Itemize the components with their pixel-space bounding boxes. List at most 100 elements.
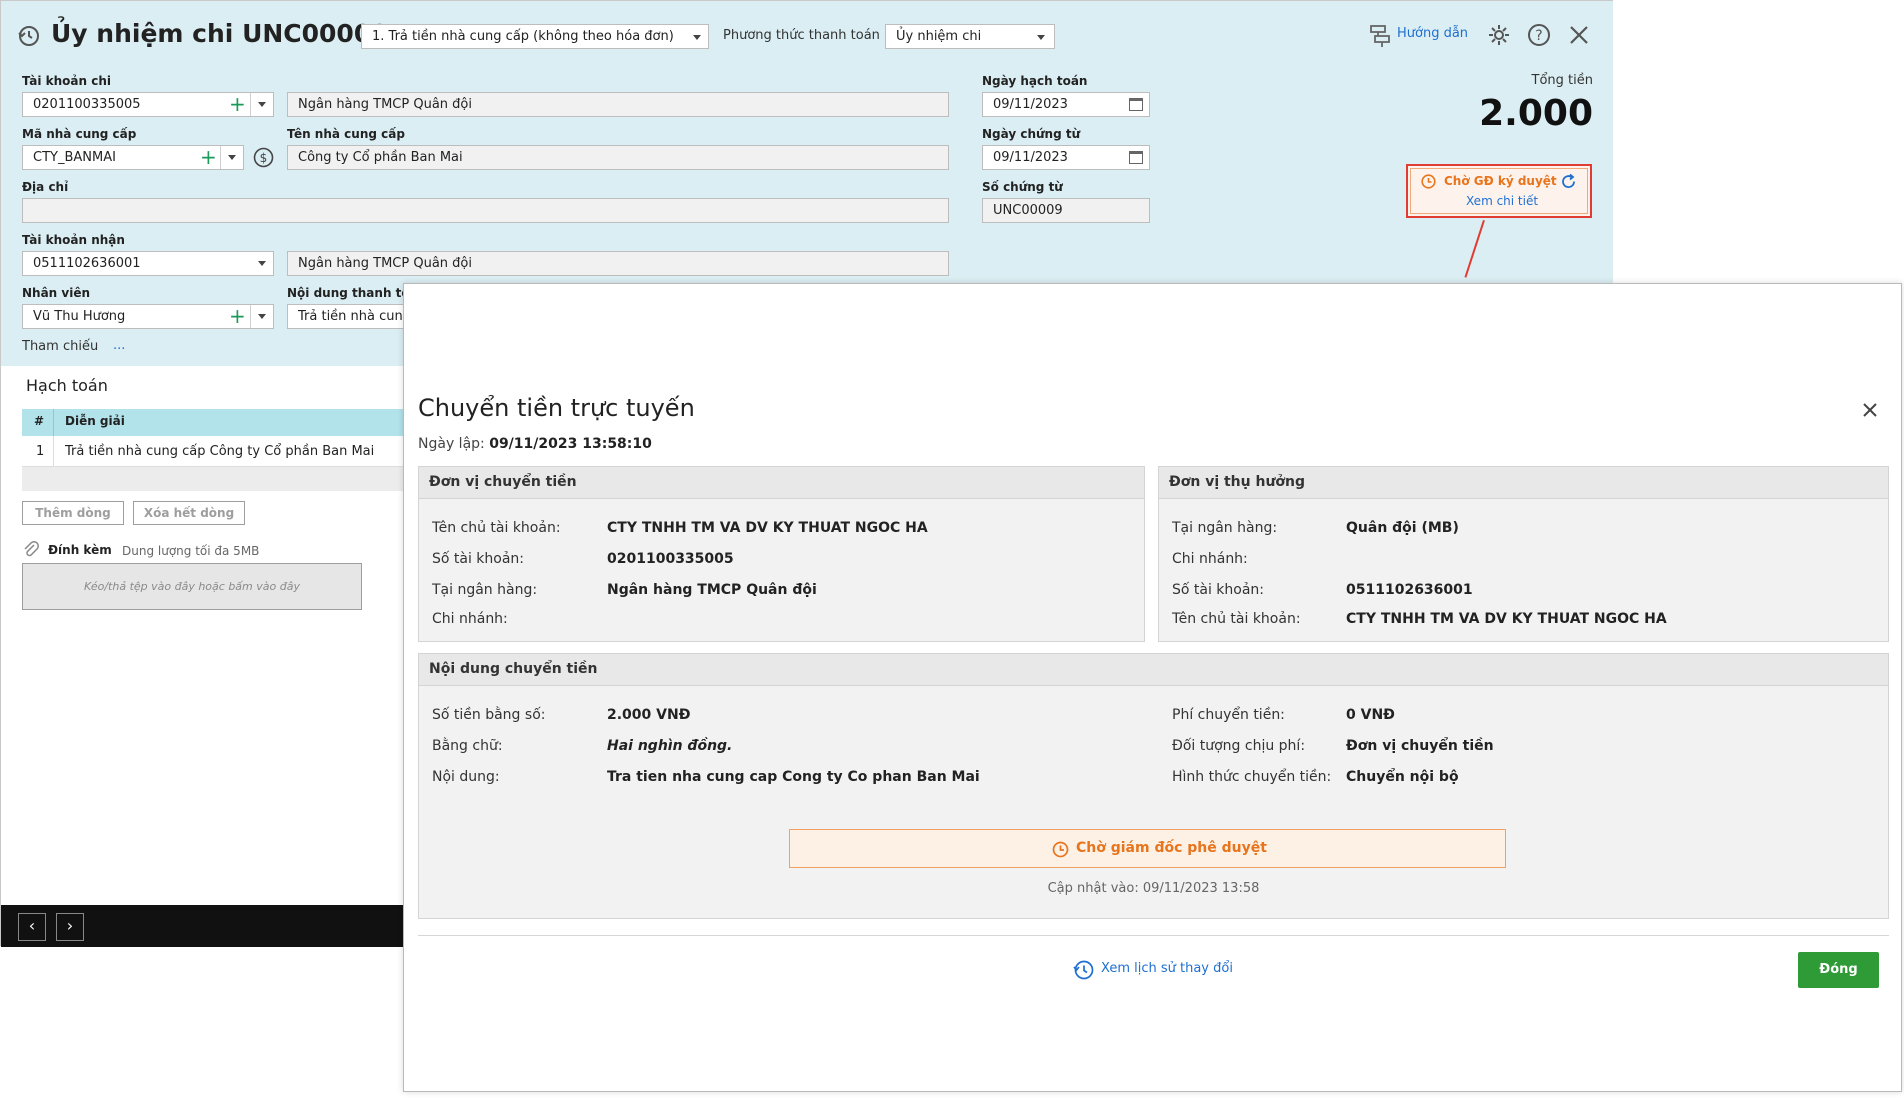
sender-bank-value: Ngân hàng TMCP Quân đội [607,582,817,598]
delete-all-rows-button[interactable]: Xóa hết dòng [133,501,245,525]
purpose-select[interactable]: 1. Trả tiền nhà cung cấp (không theo hóa… [361,24,709,49]
doc-no-field[interactable]: UNC00009 [982,198,1150,223]
posting-date-label: Ngày hạch toán [982,74,1088,88]
paperclip-icon [24,541,39,557]
sender-bank-label: Tại ngân hàng: [432,582,538,598]
help-icon[interactable]: ? [1527,23,1551,47]
change-history-link[interactable]: Xem lịch sử thay đổi [1101,961,1233,976]
online-transfer-dialog: Chuyển tiền trực tuyến Ngày lập: 09/11/2… [403,283,1902,1092]
doc-no-value: UNC00009 [993,203,1063,218]
chevron-down-icon[interactable] [258,102,266,107]
total-label: Tổng tiền [1531,73,1593,88]
currency-icon[interactable]: $ [253,147,274,168]
clock-icon [1421,174,1436,189]
transfer-content-title: Nội dung chuyển tiền [419,654,1888,686]
fee-label: Phí chuyển tiền: [1172,707,1285,723]
row-no: 1 [36,444,45,459]
receiver-account-label: Số tài khoản: [1172,582,1265,598]
reference-label: Tham chiếu [22,339,99,354]
created-value: 09/11/2023 13:58:10 [489,436,652,452]
doc-date-label: Ngày chứng từ [982,127,1081,141]
address-field[interactable] [22,198,949,223]
table-footer [22,467,404,491]
recv-account-field[interactable]: 0511102636001 [22,251,274,276]
sender-owner-label: Tên chủ tài khoản: [432,520,561,536]
svg-text:$: $ [260,151,268,165]
sender-owner-value: CTY TNHH TM VA DV KY THUAT NGOC HA [607,520,928,536]
close-icon[interactable] [1862,402,1878,418]
fee-payer-label: Đối tượng chịu phí: [1172,738,1306,754]
amount-value: 2.000 VNĐ [607,707,691,723]
chevron-down-icon[interactable] [258,314,266,319]
supplier-name-field[interactable]: Công ty Cổ phần Ban Mai [287,145,949,170]
file-dropzone[interactable]: Kéo/thả tệp vào đây hoặc bấm vào đây [22,563,362,610]
gear-icon[interactable] [1487,23,1511,47]
payment-method-label: Phương thức thanh toán [723,28,880,43]
sender-account-label: Số tài khoản: [432,551,525,567]
created-date-row: Ngày lập: 09/11/2023 13:58:10 [418,436,652,452]
divider [53,436,54,466]
status-text: Chờ GĐ ký duyệt [1444,174,1557,188]
recv-bank-value: Ngân hàng TMCP Quân đội [298,256,472,271]
divider [53,409,54,436]
attachment-label: Đính kèm [48,543,112,557]
posting-date-field[interactable]: 09/11/2023 [982,92,1150,117]
refresh-icon[interactable] [1560,173,1577,190]
dialog-title: Chuyển tiền trực tuyến [418,394,695,422]
chevron-down-icon [1037,35,1045,40]
receiver-branch-label: Chi nhánh: [1172,551,1248,567]
approval-status-badge[interactable]: Chờ GĐ ký duyệt Xem chi tiết [1406,164,1592,218]
payment-method-value: Ủy nhiệm chi [896,29,982,44]
fee-value: 0 VNĐ [1346,707,1395,723]
payment-content-value: Trả tiền nhà cung [298,309,412,324]
history-icon[interactable] [1073,959,1095,981]
chevron-down-icon [693,35,701,40]
guide-icon[interactable] [1369,24,1391,48]
transfer-method-label: Hình thức chuyển tiền: [1172,769,1332,785]
next-button[interactable]: › [56,913,84,941]
chevron-down-icon[interactable] [258,261,266,266]
amount-words-label: Bằng chữ: [432,738,503,754]
close-button[interactable]: Đóng [1798,952,1879,988]
updated-at: Cập nhật vào: 09/11/2023 13:58 [1047,881,1260,896]
receiver-bank-value: Quân đội (MB) [1346,520,1459,536]
employee-value: Vũ Thu Hương [33,309,126,324]
recv-account-value: 0511102636001 [33,256,141,271]
guide-link[interactable]: Hướng dẫn [1397,26,1468,41]
created-label: Ngày lập: [418,436,485,452]
add-row-button[interactable]: Thêm dòng [22,501,124,525]
supplier-code-label: Mã nhà cung cấp [22,127,137,141]
address-label: Địa chỉ [22,180,69,194]
history-icon[interactable] [17,24,41,48]
payment-method-select[interactable]: Ủy nhiệm chi [885,24,1055,49]
total-amount: 2.000 [1479,93,1593,134]
pending-text: Chờ giám đốc phê duyệt [1076,840,1267,856]
page-title: Ủy nhiệm chi UNC00009 [51,19,389,48]
add-icon[interactable]: + [229,94,246,114]
doc-date-field[interactable]: 09/11/2023 [982,145,1150,170]
supplier-name-value: Công ty Cổ phần Ban Mai [298,150,463,165]
supplier-code-value: CTY_BANMAI [33,150,116,165]
amount-label: Số tiền bằng số: [432,707,546,723]
doc-no-label: Số chứng từ [982,180,1063,194]
sender-branch-label: Chi nhánh: [432,611,508,627]
add-icon[interactable]: + [200,147,217,167]
reference-link[interactable]: ... [113,338,125,353]
view-detail-link[interactable]: Xem chi tiết [1466,194,1538,208]
close-icon[interactable] [1569,25,1589,45]
chevron-down-icon[interactable] [228,155,236,160]
employee-label: Nhân viên [22,286,91,300]
sender-panel-title: Đơn vị chuyển tiền [419,467,1144,499]
divider [220,146,221,169]
amount-words-value: Hai nghìn đồng. [607,738,733,754]
calendar-icon[interactable] [1129,98,1143,111]
add-icon[interactable]: + [229,306,246,326]
pay-account-value: 0201100335005 [33,97,141,112]
prev-button[interactable]: ‹ [18,913,46,941]
pay-bank-value: Ngân hàng TMCP Quân đội [298,97,472,112]
calendar-icon[interactable] [1129,151,1143,164]
clock-icon [1052,841,1069,858]
receiver-owner-value: CTY TNHH TM VA DV KY THUAT NGOC HA [1346,611,1667,627]
doc-date-value: 09/11/2023 [993,150,1068,165]
pay-bank-field: Ngân hàng TMCP Quân đội [287,92,949,117]
